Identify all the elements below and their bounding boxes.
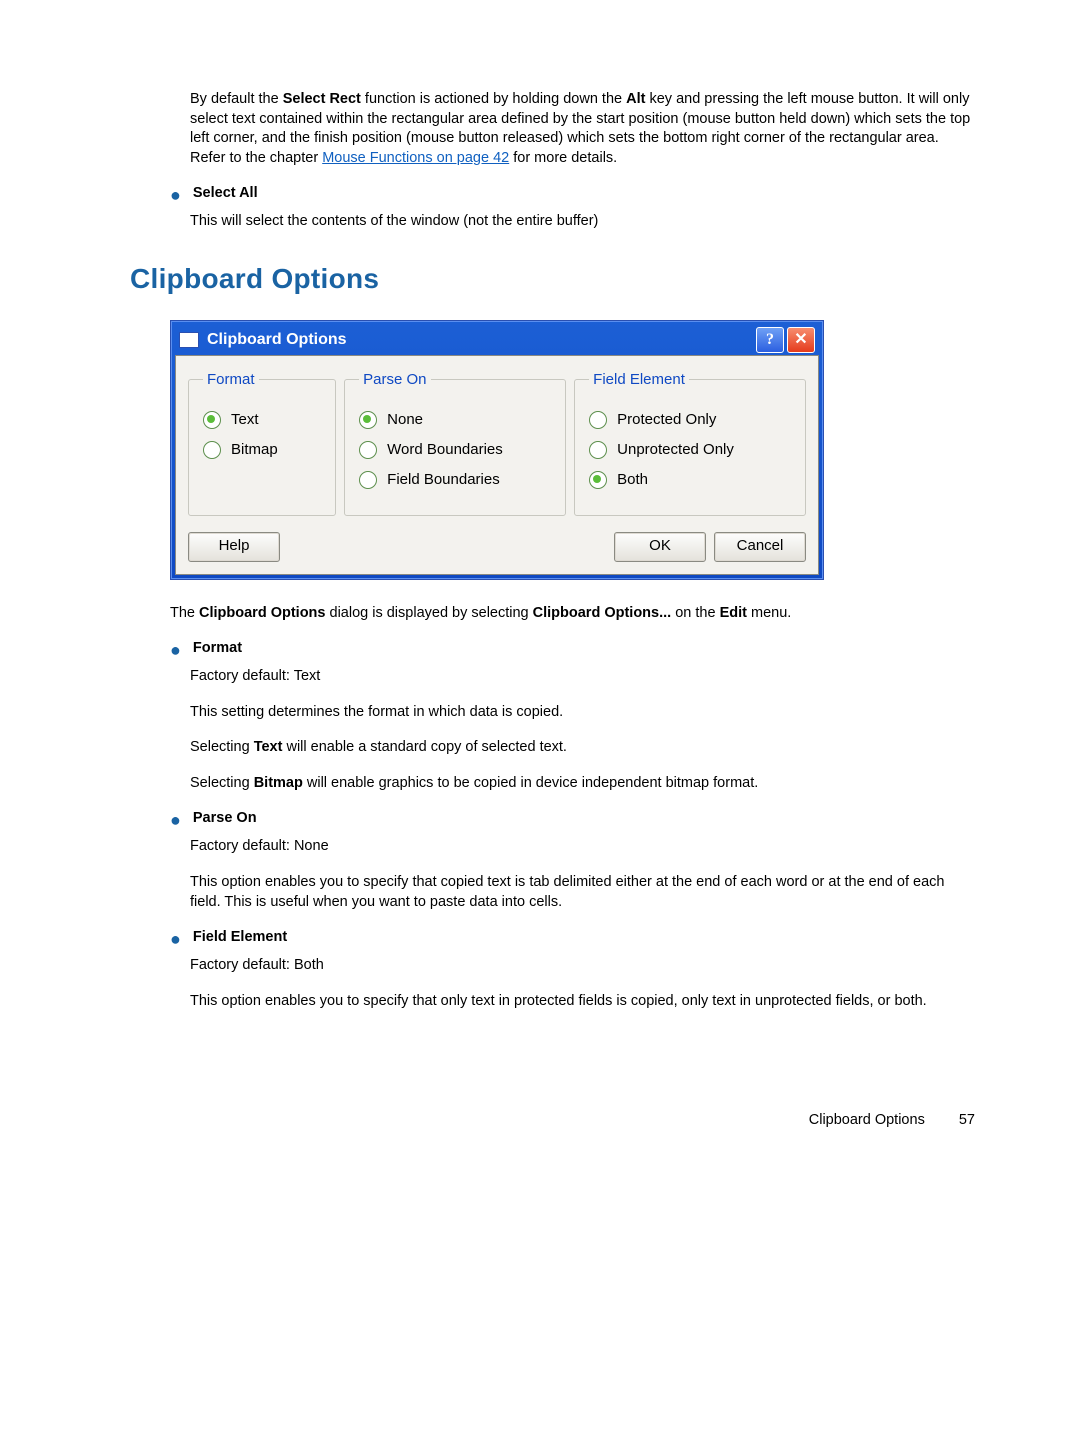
- legend-parse-on: Parse On: [359, 370, 430, 390]
- intro-paragraph: By default the Select Rect function is a…: [190, 90, 975, 168]
- field-p2: This option enables you to specify that …: [190, 992, 975, 1012]
- radio-field-boundaries[interactable]: Field Boundaries: [359, 470, 551, 490]
- bullet-icon: ●: [170, 641, 181, 659]
- radio-icon: [589, 411, 607, 429]
- legend-field-element: Field Element: [589, 370, 689, 390]
- bullet-icon: ●: [170, 930, 181, 948]
- radio-icon: [589, 441, 607, 459]
- dialog-screenshot: Clipboard Options ? ✕ Format Text Bitmap…: [170, 320, 975, 580]
- bullet-icon: ●: [170, 186, 181, 204]
- group-field-element: Field Element Protected Only Unprotected…: [574, 370, 806, 516]
- legend-format: Format: [203, 370, 259, 390]
- bullet-label: Parse On: [193, 809, 257, 829]
- bullet-select-all: ● Select All: [170, 184, 975, 204]
- bullet-icon: ●: [170, 811, 181, 829]
- bullet-label: Format: [193, 639, 242, 659]
- radio-icon: [359, 411, 377, 429]
- bullet-format: ● Format: [170, 639, 975, 659]
- radio-icon: [203, 411, 221, 429]
- radio-icon: [589, 471, 607, 489]
- dialog-body: Format Text Bitmap Parse On None Word Bo…: [175, 355, 819, 575]
- format-p4: Selecting Bitmap will enable graphics to…: [190, 774, 975, 794]
- dialog-intro: The Clipboard Options dialog is displaye…: [170, 604, 975, 624]
- field-p1: Factory default: Both: [190, 956, 975, 976]
- format-p1: Factory default: Text: [190, 667, 975, 687]
- group-parse-on: Parse On None Word Boundaries Field Boun…: [344, 370, 566, 516]
- cancel-button[interactable]: Cancel: [714, 532, 806, 562]
- parse-p2: This option enables you to specify that …: [190, 873, 975, 912]
- radio-bitmap[interactable]: Bitmap: [203, 440, 321, 460]
- radio-text[interactable]: Text: [203, 410, 321, 430]
- mouse-functions-link[interactable]: Mouse Functions on page 42: [322, 150, 509, 166]
- radio-none[interactable]: None: [359, 410, 551, 430]
- help-icon[interactable]: ?: [756, 327, 784, 353]
- titlebar: Clipboard Options ? ✕: [175, 325, 819, 355]
- radio-icon: [203, 441, 221, 459]
- bullet-parse-on: ● Parse On: [170, 809, 975, 829]
- radio-both[interactable]: Both: [589, 470, 791, 490]
- section-title: Clipboard Options: [130, 260, 975, 298]
- group-format: Format Text Bitmap: [188, 370, 336, 516]
- radio-protected-only[interactable]: Protected Only: [589, 410, 791, 430]
- ok-button[interactable]: OK: [614, 532, 706, 562]
- radio-unprotected-only[interactable]: Unprotected Only: [589, 440, 791, 460]
- parse-p1: Factory default: None: [190, 837, 975, 857]
- bullet-label: Select All: [193, 184, 258, 204]
- bullet-label: Field Element: [193, 928, 287, 948]
- format-p2: This setting determines the format in wh…: [190, 703, 975, 723]
- format-p3: Selecting Text will enable a standard co…: [190, 738, 975, 758]
- bullet-field-element: ● Field Element: [170, 928, 975, 948]
- radio-icon: [359, 471, 377, 489]
- app-icon: [179, 332, 199, 348]
- clipboard-options-dialog: Clipboard Options ? ✕ Format Text Bitmap…: [170, 320, 824, 580]
- titlebar-text: Clipboard Options: [207, 329, 753, 351]
- footer-page: 57: [959, 1111, 975, 1131]
- button-row: Help OK Cancel: [188, 532, 806, 562]
- close-icon[interactable]: ✕: [787, 327, 815, 353]
- select-all-desc: This will select the contents of the win…: [190, 212, 975, 232]
- page-footer: Clipboard Options 57: [130, 1111, 975, 1131]
- help-button[interactable]: Help: [188, 532, 280, 562]
- footer-label: Clipboard Options: [809, 1111, 925, 1131]
- radio-word-boundaries[interactable]: Word Boundaries: [359, 440, 551, 460]
- radio-icon: [359, 441, 377, 459]
